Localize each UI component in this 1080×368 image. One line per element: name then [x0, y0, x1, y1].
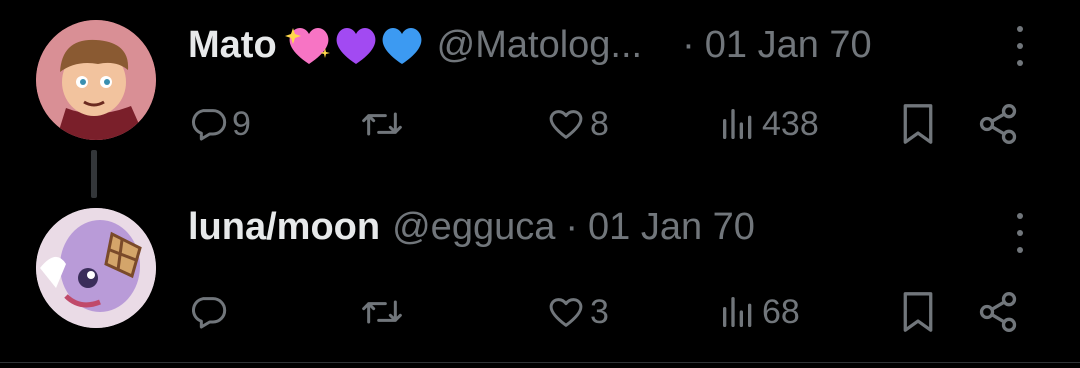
retweet-icon	[362, 112, 402, 136]
handle[interactable]: @Matolog...	[437, 24, 642, 67]
views-icon	[723, 109, 752, 139]
views-button[interactable]: 68	[718, 284, 800, 340]
retweet-button[interactable]	[360, 284, 408, 340]
purple-heart-icon	[336, 28, 376, 64]
reply-button[interactable]	[188, 284, 232, 340]
more-icon[interactable]	[1010, 26, 1030, 66]
bookmark-icon	[903, 292, 933, 332]
avatar[interactable]	[36, 20, 156, 140]
tweet-1[interactable]: Mato @Matolog... · 01 Jan 70 9 8 438	[0, 0, 1080, 198]
avatar[interactable]	[36, 208, 156, 328]
display-name[interactable]: luna/moon	[188, 206, 380, 249]
sparkling-heart-icon	[284, 28, 330, 64]
share-icon	[979, 292, 1017, 332]
like-count: 8	[590, 104, 609, 143]
reply-button[interactable]: 9	[188, 96, 251, 152]
bookmark-button[interactable]	[898, 284, 938, 340]
share-button[interactable]	[976, 96, 1020, 152]
like-count: 3	[590, 292, 609, 331]
views-count: 438	[762, 104, 819, 143]
like-button[interactable]: 3	[546, 284, 609, 340]
more-icon[interactable]	[1010, 213, 1030, 253]
views-button[interactable]: 438	[718, 96, 819, 152]
display-name[interactable]: Mato	[188, 24, 277, 67]
reply-icon	[191, 109, 227, 141]
retweet-button[interactable]	[360, 96, 408, 152]
handle[interactable]: @egguca	[392, 206, 555, 249]
tweet-header: luna/moon @egguca · 01 Jan 70	[188, 199, 755, 255]
tweet-header: Mato @Matolog... · 01 Jan 70	[188, 17, 872, 73]
name-emojis	[284, 22, 425, 68]
share-icon	[979, 104, 1017, 144]
separator: ·	[682, 23, 695, 66]
blue-heart-icon	[382, 28, 422, 64]
like-icon	[549, 298, 583, 327]
bookmark-icon	[903, 104, 933, 144]
separator: ·	[565, 205, 579, 248]
action-bar: 3 68	[188, 284, 1038, 340]
tweet-2[interactable]: luna/moon @egguca · 01 Jan 70 3 68	[0, 185, 1080, 362]
reply-icon	[191, 297, 227, 329]
timestamp[interactable]: 01 Jan 70	[705, 24, 872, 67]
like-button[interactable]: 8	[546, 96, 609, 152]
views-icon	[723, 297, 752, 327]
divider	[0, 362, 1080, 363]
reply-count: 9	[232, 104, 251, 143]
bookmark-button[interactable]	[898, 96, 938, 152]
share-button[interactable]	[976, 284, 1020, 340]
like-icon	[549, 110, 583, 139]
views-count: 68	[762, 292, 800, 331]
timestamp[interactable]: 01 Jan 70	[588, 206, 755, 249]
action-bar: 9 8 438	[188, 96, 1038, 152]
retweet-icon	[362, 300, 402, 324]
